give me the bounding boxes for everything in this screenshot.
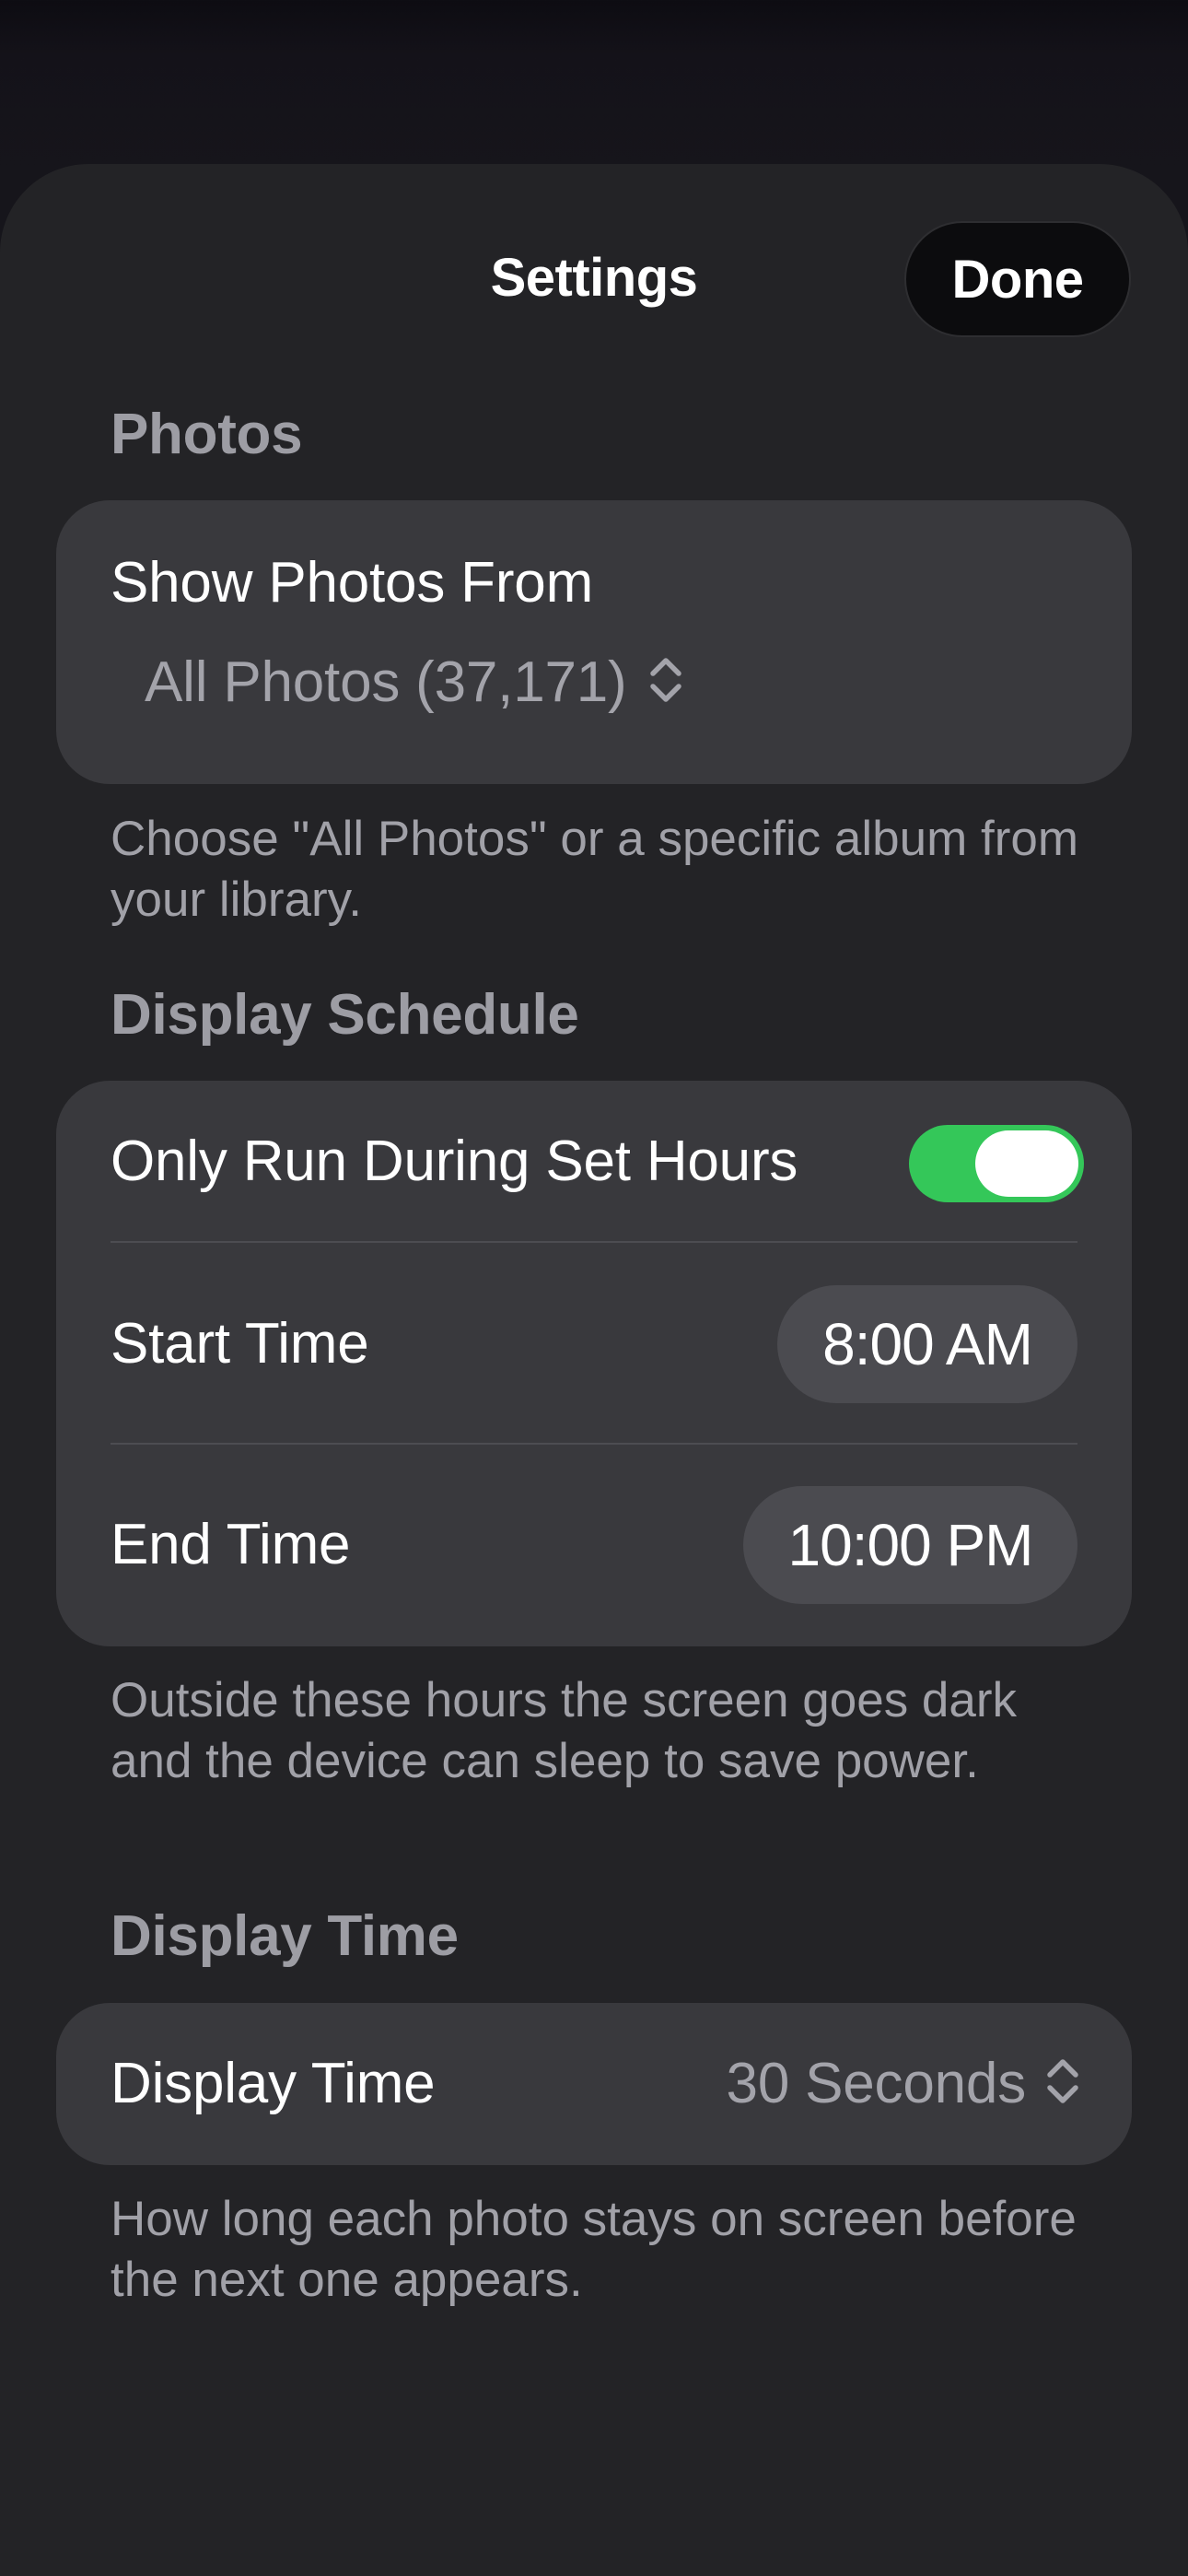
- display-time-picker[interactable]: 30 Seconds: [727, 2051, 1081, 2116]
- chevron-up-down-icon: [1044, 2055, 1081, 2113]
- show-photos-from-picker[interactable]: All Photos (37,171): [145, 650, 684, 715]
- display-time-value: 30 Seconds: [726, 2052, 1027, 2115]
- show-photos-from-label: Show Photos From: [111, 551, 594, 615]
- section-label-display-time: Display Time: [111, 1904, 459, 1968]
- photos-card: Show Photos From All Photos (37,171): [56, 500, 1132, 784]
- only-run-label: Only Run During Set Hours: [111, 1130, 798, 1193]
- toggle-knob: [975, 1130, 1078, 1197]
- end-time-label: End Time: [111, 1513, 351, 1576]
- show-photos-from-value: All Photos (37,171): [145, 650, 627, 714]
- end-time-picker[interactable]: 10:00 PM: [743, 1486, 1077, 1604]
- only-run-toggle[interactable]: [909, 1125, 1084, 1202]
- schedule-card: Only Run During Set Hours Start Time 8:0…: [56, 1081, 1132, 1646]
- divider: [111, 1241, 1077, 1243]
- display-time-label: Display Time: [111, 2052, 436, 2115]
- chevron-up-down-icon: [647, 653, 684, 711]
- section-label-photos: Photos: [111, 403, 303, 466]
- photos-footnote: Choose "All Photos" or a specific album …: [111, 812, 1078, 927]
- schedule-footnote: Outside these hours the screen goes dark…: [111, 1673, 1018, 1788]
- display-time-card: Display Time 30 Seconds: [56, 2003, 1132, 2165]
- start-time-label: Start Time: [111, 1312, 369, 1376]
- start-time-picker[interactable]: 8:00 AM: [777, 1285, 1077, 1403]
- done-button[interactable]: Done: [904, 221, 1131, 337]
- display-time-footnote: How long each photo stays on screen befo…: [111, 2192, 1077, 2307]
- divider: [111, 1443, 1077, 1445]
- section-label-display-schedule: Display Schedule: [111, 983, 579, 1047]
